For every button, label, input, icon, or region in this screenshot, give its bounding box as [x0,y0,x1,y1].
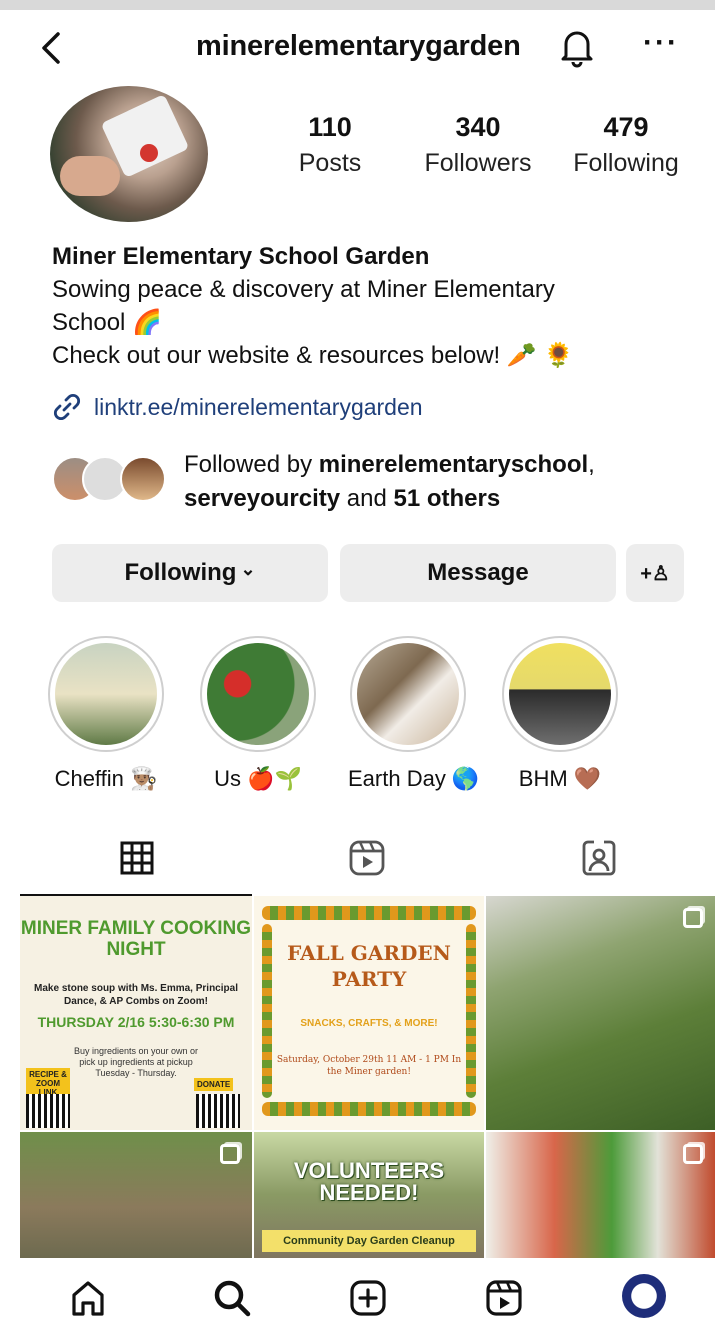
bio-line-3: Check out our website & resources below!… [52,342,574,369]
post-banner: Community Day Garden Cleanup [262,1230,476,1252]
highlight-cheffin[interactable]: Cheffin 👨🏽‍🍳 [46,636,166,792]
link-icon [53,393,81,421]
stat-followers[interactable]: 340 Followers [418,112,538,178]
reels-icon[interactable] [348,838,386,878]
post-tile[interactable]: FALL GARDEN PARTY SNACKS, CRAFTS, & MORE… [254,896,484,1130]
reels-nav-icon[interactable] [484,1278,524,1318]
post-title: MINER FAMILY COOKING NIGHT [20,918,252,960]
profile-username: minerelementarygarden [196,30,521,62]
highlight-label: Earth Day 🌎 [348,766,480,791]
chevron-down-icon: ⌄ [240,558,256,579]
post-tile[interactable]: VOLUNTEERS NEEDED! Community Day Garden … [254,1132,484,1258]
highlight-cover [55,643,157,745]
grid-icon[interactable] [118,838,156,878]
message-button[interactable]: Message [340,544,616,602]
post-tile[interactable]: MINER FAMILY COOKING NIGHT Make stone so… [20,896,252,1130]
profile-header: minerelementarygarden ··· [0,10,715,82]
post-tile[interactable] [20,1132,252,1258]
highlight-cover [207,643,309,745]
add-person-icon: +♙ [640,562,670,585]
highlight-cover [509,643,611,745]
profile-link[interactable]: linktr.ee/minerelementarygarden [52,392,423,422]
message-button-label: Message [427,559,529,586]
followed-by-user: minerelementaryschool [318,451,589,478]
post-info: Buy ingredients on your own or pick up i… [73,1046,199,1078]
highlight-bhm[interactable]: BHM 🤎 [500,636,620,792]
profile-name: Miner Elementary School Garden [52,243,430,270]
followed-by-others: 51 others [393,485,501,512]
stat-following[interactable]: 479 Following [564,112,688,178]
tagged-icon[interactable] [580,838,618,878]
post-tile[interactable] [486,1132,715,1258]
profile-avatar[interactable] [50,86,208,222]
post-subtitle: SNACKS, CRAFTS, & MORE! [300,1018,438,1029]
followed-by-user: serveyourcity [184,485,341,512]
highlight-earth-day[interactable]: Earth Day 🌎 [348,636,480,792]
followed-by-text: Followed by minerelementaryschool, serve… [184,451,595,512]
add-person-button[interactable]: +♙ [626,544,684,602]
post-title: VOLUNTEERS NEEDED! [293,1158,445,1205]
highlight-us[interactable]: Us 🍎🌱 [198,636,318,792]
stat-posts[interactable]: 110 Posts [290,112,370,178]
carousel-icon [683,908,703,928]
more-icon[interactable]: ··· [643,28,683,64]
post-title: FALL GARDEN PARTY [287,941,451,991]
following-label: Following [573,149,679,177]
bio-line-2: School 🌈 [52,309,162,336]
followed-by[interactable]: Followed by minerelementaryschool, serve… [52,446,692,516]
following-button[interactable]: Following ⌄ [52,544,328,602]
posts-count: 110 [308,112,352,142]
highlight-label: Cheffin 👨🏽‍🍳 [54,766,158,791]
post-tag: DONATE [194,1078,234,1091]
bell-icon[interactable] [558,26,596,68]
highlight-label: Us 🍎🌱 [214,766,302,791]
highlight-cover [357,643,459,745]
bio-line-1: Sowing peace & discovery at Miner Elemen… [52,276,555,303]
carousel-icon [683,1144,703,1164]
profile-avatar-icon[interactable] [622,1274,666,1318]
qr-code [26,1094,70,1128]
home-icon[interactable] [68,1278,108,1318]
bottom-nav [0,1262,715,1322]
follower-avatar [120,456,166,502]
qr-code [196,1094,240,1128]
posts-label: Posts [298,149,362,177]
profile-bio: Miner Elementary School Garden Sowing pe… [52,240,692,372]
status-bar-strip [0,0,715,10]
post-subtitle: Make stone soup with Ms. Emma, Principal… [34,983,238,1007]
following-count: 479 [603,112,649,142]
profile-link-text: linktr.ee/minerelementarygarden [94,393,423,420]
search-icon[interactable] [212,1278,252,1318]
create-icon[interactable] [348,1278,388,1318]
followers-count: 340 [455,112,501,142]
followers-label: Followers [424,149,532,177]
post-tile[interactable] [486,896,715,1130]
highlight-label: BHM 🤎 [518,766,602,791]
back-arrow-icon[interactable] [36,28,66,68]
post-details: Saturday, October 29th 11 AM - 1 PM In t… [276,1055,462,1077]
carousel-icon [220,1144,240,1164]
post-date: THURSDAY 2/16 5:30-6:30 PM [37,1014,235,1030]
following-button-label: Following [124,559,237,586]
